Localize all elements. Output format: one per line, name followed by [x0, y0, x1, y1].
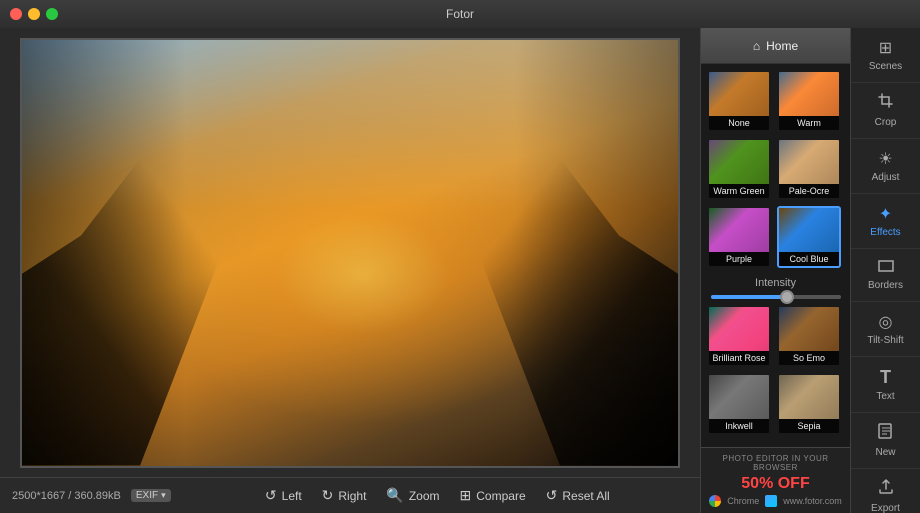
- effect-brilliant-rose[interactable]: Brilliant Rose: [707, 305, 771, 367]
- ad-top-label: PHOTO EDITOR IN YOUR BROWSER: [709, 454, 842, 472]
- tool-scenes[interactable]: ⊞ Scenes: [851, 28, 920, 83]
- crop-label: Crop: [875, 117, 897, 128]
- home-icon: ⌂: [753, 39, 760, 53]
- ad-discount: 50% OFF: [709, 475, 842, 493]
- tilt-shift-label: Tilt-Shift: [867, 335, 903, 346]
- effect-sepia[interactable]: Sepia: [777, 373, 841, 435]
- ad-chrome-label: Chrome: [727, 496, 759, 506]
- maximize-button[interactable]: [46, 8, 58, 20]
- title-bar: Fotor: [0, 0, 920, 28]
- bottom-bar: 2500*1667 / 360.89kB EXIF ↺ Left ↻ Right…: [0, 477, 700, 513]
- bottom-actions: ↺ Left ↻ Right 🔍 Zoom ⊞ Compare ↺ Res: [187, 487, 688, 504]
- tool-export[interactable]: Export: [851, 469, 920, 513]
- home-button[interactable]: ⌂ Home: [701, 28, 850, 64]
- ad-footer: Chrome www.fotor.com: [709, 495, 842, 507]
- tool-adjust[interactable]: ☀ Adjust: [851, 139, 920, 194]
- effect-purple[interactable]: Purple: [707, 206, 771, 268]
- tool-tilt-shift[interactable]: ◎ Tilt-Shift: [851, 302, 920, 357]
- scenes-icon: ⊞: [879, 38, 892, 58]
- borders-icon: [878, 259, 894, 277]
- text-icon: T: [880, 367, 891, 388]
- tool-new[interactable]: New: [851, 413, 920, 469]
- zoom-button[interactable]: 🔍 Zoom: [386, 487, 439, 504]
- tool-text[interactable]: T Text: [851, 357, 920, 413]
- exif-badge[interactable]: EXIF: [131, 489, 171, 502]
- intensity-slider[interactable]: [711, 295, 841, 299]
- adjust-label: Adjust: [872, 172, 900, 183]
- tool-effects[interactable]: ✦ Effects: [851, 194, 920, 249]
- intensity-slider-wrap: [707, 295, 844, 299]
- app-title: Fotor: [446, 7, 474, 21]
- file-info: 2500*1667 / 360.89kB: [12, 490, 121, 502]
- tool-crop[interactable]: Crop: [851, 83, 920, 139]
- main-content: 2500*1667 / 360.89kB EXIF ↺ Left ↻ Right…: [0, 28, 920, 513]
- effect-row-3: Purple Cool Blue: [707, 206, 844, 268]
- effects-label: Effects: [870, 227, 900, 238]
- effects-icon: ✦: [879, 204, 892, 224]
- tilt-shift-icon: ◎: [879, 312, 893, 332]
- effect-none[interactable]: None: [707, 70, 771, 132]
- effect-warm-green[interactable]: Warm Green: [707, 138, 771, 200]
- rotate-left-button[interactable]: ↺ Left: [265, 487, 302, 504]
- ad-banner: PHOTO EDITOR IN YOUR BROWSER 50% OFF Chr…: [701, 447, 850, 513]
- effect-row-1: None Warm: [707, 70, 844, 132]
- ad-url: www.fotor.com: [783, 496, 842, 506]
- canvas-inner: [0, 28, 700, 477]
- effects-grid-more: Brilliant Rose So Emo Inkwell Sepia: [701, 305, 850, 447]
- canvas-area: 2500*1667 / 360.89kB EXIF ↺ Left ↻ Right…: [0, 28, 700, 513]
- export-icon: [878, 479, 894, 500]
- tool-borders[interactable]: Borders: [851, 249, 920, 302]
- zoom-icon: 🔍: [386, 487, 403, 504]
- new-icon: [878, 423, 894, 444]
- traffic-lights: [10, 8, 58, 20]
- rotate-left-icon: ↺: [265, 487, 277, 504]
- new-label: New: [875, 447, 895, 458]
- reset-icon: ↺: [546, 487, 558, 504]
- crop-icon: [878, 93, 894, 114]
- compare-button[interactable]: ⊞ Compare: [460, 487, 526, 504]
- export-label: Export: [871, 503, 900, 513]
- fotor-icon: [765, 495, 777, 507]
- effect-so-emo[interactable]: So Emo: [777, 305, 841, 367]
- compare-icon: ⊞: [460, 487, 472, 504]
- effects-grid: None Warm Warm Green Pale-Ocre: [701, 64, 850, 273]
- adjust-icon: ☀: [878, 149, 892, 169]
- rotate-right-button[interactable]: ↻ Right: [322, 487, 367, 504]
- effect-row-2: Warm Green Pale-Ocre: [707, 138, 844, 200]
- tool-panel: ⊞ Scenes Crop ☀ Adjust ✦ Effects: [850, 28, 920, 513]
- borders-label: Borders: [868, 280, 903, 291]
- effect-cool-blue[interactable]: Cool Blue: [777, 206, 841, 268]
- rotate-right-icon: ↻: [322, 487, 334, 504]
- effect-row-5: Inkwell Sepia: [707, 373, 844, 435]
- photo-canvas: [20, 38, 680, 468]
- chrome-icon: [709, 495, 721, 507]
- effect-pale-ocre[interactable]: Pale-Ocre: [777, 138, 841, 200]
- close-button[interactable]: [10, 8, 22, 20]
- effects-panel: ⌂ Home None Warm Warm Green: [700, 28, 850, 513]
- text-label: Text: [876, 391, 894, 402]
- minimize-button[interactable]: [28, 8, 40, 20]
- effect-row-4: Brilliant Rose So Emo: [707, 305, 844, 367]
- reset-button[interactable]: ↺ Reset All: [546, 487, 610, 504]
- intensity-label: Intensity: [707, 277, 844, 289]
- effect-warm[interactable]: Warm: [777, 70, 841, 132]
- effect-inkwell[interactable]: Inkwell: [707, 373, 771, 435]
- intensity-section: Intensity: [701, 273, 850, 305]
- scenes-label: Scenes: [869, 61, 902, 72]
